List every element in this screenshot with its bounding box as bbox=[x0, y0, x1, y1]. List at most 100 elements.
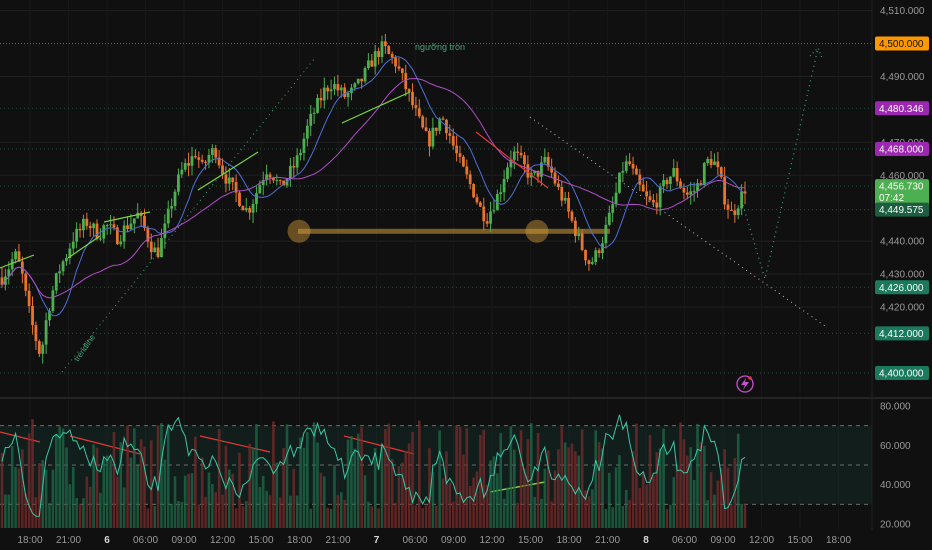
candle-body bbox=[105, 225, 109, 227]
candle-body bbox=[363, 68, 367, 82]
volume-bar bbox=[499, 433, 503, 528]
volume-bar bbox=[448, 482, 452, 528]
candle-body bbox=[594, 250, 598, 263]
volume-bar bbox=[61, 428, 65, 528]
volume-bar bbox=[268, 495, 272, 528]
volume-bar bbox=[411, 431, 414, 528]
volume-bar bbox=[238, 452, 241, 528]
volume-bar bbox=[387, 423, 391, 528]
volume-bar bbox=[261, 475, 265, 528]
candle-body bbox=[85, 218, 89, 226]
candle-body bbox=[387, 46, 391, 54]
volume-bar bbox=[468, 485, 472, 528]
candle-body bbox=[404, 73, 408, 90]
trading-chart[interactable]: 4,510.0004,490.0004,470.0004,460.0004,44… bbox=[0, 0, 932, 550]
candle-body bbox=[190, 156, 194, 166]
candle-body bbox=[570, 211, 574, 221]
candle-body bbox=[295, 155, 299, 168]
candle-body bbox=[75, 228, 79, 242]
volume-bar bbox=[658, 448, 662, 528]
volume-bar bbox=[102, 459, 106, 528]
candle-body bbox=[475, 197, 479, 203]
volume-bar bbox=[143, 446, 146, 528]
volume-bar bbox=[116, 476, 119, 528]
candle-body bbox=[584, 249, 587, 261]
volume-bar bbox=[641, 471, 645, 528]
volume-bar bbox=[604, 508, 608, 528]
volume-bar bbox=[153, 505, 156, 528]
volume-bar bbox=[574, 451, 577, 528]
volume-bar bbox=[34, 497, 38, 528]
volume-bar bbox=[709, 472, 713, 528]
volume-bar bbox=[743, 503, 747, 528]
time-tick-label: 8 bbox=[643, 535, 649, 546]
volume-bar bbox=[51, 469, 55, 528]
volume-bar bbox=[550, 501, 553, 528]
volume-bar bbox=[346, 439, 350, 528]
volume-bar bbox=[682, 439, 686, 528]
volume-bar bbox=[211, 484, 214, 528]
volume-bar bbox=[543, 468, 547, 528]
candle-body bbox=[428, 130, 431, 147]
volume-bar bbox=[445, 451, 448, 528]
candle-body bbox=[740, 191, 744, 209]
volume-bar bbox=[234, 508, 238, 528]
volume-bar bbox=[255, 424, 258, 528]
candle-body bbox=[224, 174, 228, 184]
candle-body bbox=[231, 177, 235, 183]
volume-bar bbox=[7, 494, 11, 528]
volume-bar bbox=[438, 430, 441, 528]
candle-body bbox=[370, 60, 374, 67]
volume-bar bbox=[241, 506, 245, 528]
volume-bar bbox=[462, 454, 465, 528]
volume-bar bbox=[129, 457, 133, 528]
volume-bar bbox=[370, 506, 374, 528]
volume-bar bbox=[716, 480, 720, 528]
volume-bar bbox=[336, 494, 340, 528]
volume-bar bbox=[489, 460, 492, 528]
candle-body bbox=[44, 320, 48, 345]
volume-bar bbox=[533, 496, 536, 528]
candle-body bbox=[692, 191, 696, 193]
candle-body bbox=[716, 161, 720, 168]
time-tick-label: 6 bbox=[104, 535, 110, 546]
volume-bar bbox=[465, 428, 469, 528]
candle-body bbox=[238, 192, 241, 207]
candle-body bbox=[499, 192, 503, 195]
candle-body bbox=[726, 204, 730, 210]
candle-body bbox=[451, 135, 455, 146]
volume-bar bbox=[38, 463, 41, 528]
volume-bar bbox=[48, 502, 51, 528]
volume-bar bbox=[706, 500, 709, 528]
volume-bar bbox=[621, 505, 625, 528]
time-tick-label: 09:00 bbox=[441, 535, 466, 546]
volume-bar bbox=[597, 442, 601, 528]
candle-body bbox=[71, 241, 75, 249]
candle-body bbox=[248, 208, 252, 213]
volume-bar bbox=[217, 429, 221, 528]
candle-body bbox=[214, 148, 218, 158]
candle-body bbox=[417, 108, 421, 117]
volume-bar bbox=[353, 448, 357, 528]
volume-bar bbox=[624, 489, 628, 528]
volume-bar bbox=[112, 432, 116, 528]
time-tick-label: 15:00 bbox=[248, 535, 273, 546]
volume-bar bbox=[17, 468, 21, 528]
oscillator-tick-label: 80.000 bbox=[880, 401, 911, 412]
candle-body bbox=[658, 186, 662, 208]
volume-bar bbox=[272, 421, 275, 528]
volume-bar bbox=[686, 455, 689, 528]
volume-bar bbox=[258, 486, 262, 528]
candle-body bbox=[458, 153, 462, 157]
candle-body bbox=[604, 224, 608, 244]
candle-body bbox=[577, 233, 581, 237]
price-badge-label: 4,426.000 bbox=[879, 283, 924, 294]
candle-body bbox=[149, 241, 153, 253]
price-tick-label: 4,510.000 bbox=[880, 6, 925, 17]
time-tick-label: 21:00 bbox=[325, 535, 350, 546]
candle-body bbox=[648, 196, 652, 200]
volume-bar bbox=[306, 432, 309, 528]
candle-body bbox=[587, 260, 591, 265]
volume-bar bbox=[173, 476, 177, 528]
price-badge-countdown: 07:42 bbox=[879, 193, 904, 204]
